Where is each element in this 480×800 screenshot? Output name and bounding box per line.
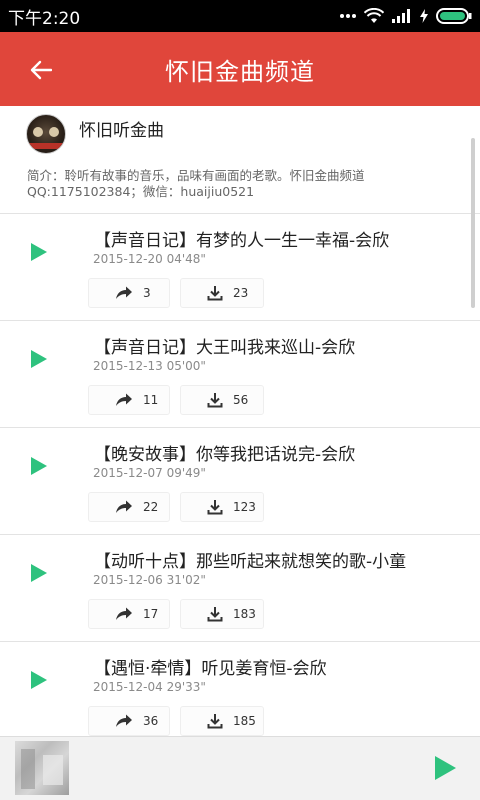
download-button[interactable]: 56	[180, 385, 264, 415]
share-icon	[116, 393, 132, 406]
back-arrow-icon	[30, 60, 52, 80]
status-time: 下午2:20	[8, 8, 81, 29]
download-count: 185	[233, 714, 256, 728]
track-duration: 05'00"	[166, 359, 206, 373]
share-count: 3	[143, 286, 151, 300]
track-title: 【动听十点】那些听起来就想笑的歌-小童	[94, 552, 407, 572]
share-button[interactable]: 22	[88, 492, 170, 522]
track-list: 【声音日记】有梦的人一生一幸福-会欣 2015-12-20 04'48" 3 2…	[0, 214, 480, 736]
back-button[interactable]	[26, 56, 56, 84]
share-count: 22	[143, 500, 159, 514]
download-count: 183	[233, 607, 256, 621]
track-duration: 04'48"	[166, 252, 206, 266]
track-date: 2015-12-20	[93, 252, 163, 266]
player-play-icon[interactable]	[433, 755, 457, 781]
track-date: 2015-12-13	[93, 359, 163, 373]
download-icon	[207, 500, 223, 515]
track-stats: 36 185	[88, 706, 264, 736]
signal-icon	[392, 9, 412, 23]
play-icon[interactable]	[30, 563, 48, 583]
share-button[interactable]: 17	[88, 599, 170, 629]
status-icons	[340, 8, 472, 24]
share-count: 36	[143, 714, 159, 728]
track-title: 【晚安故事】你等我把话说完-会欣	[94, 445, 356, 465]
track-date: 2015-12-06	[93, 573, 163, 587]
share-button[interactable]: 36	[88, 706, 170, 736]
scrollbar[interactable]	[471, 138, 475, 308]
channel-avatar[interactable]	[26, 114, 66, 154]
track-meta: 2015-12-06 31'02"	[93, 573, 206, 587]
more-dots-icon	[340, 13, 356, 19]
status-bar: 下午2:20	[0, 0, 480, 32]
track-meta: 2015-12-04 29'33"	[93, 680, 206, 694]
track-duration: 09'49"	[166, 466, 206, 480]
download-icon	[207, 607, 223, 622]
play-icon[interactable]	[30, 242, 48, 262]
track-title: 【声音日记】有梦的人一生一幸福-会欣	[94, 231, 390, 251]
content-list[interactable]: 怀旧听金曲 简介：聆听有故事的音乐，品味有画面的老歌。怀旧金曲频道QQ:1175…	[0, 106, 480, 736]
track-item[interactable]: 【晚安故事】你等我把话说完-会欣 2015-12-07 09'49" 22 12…	[0, 428, 480, 535]
track-meta: 2015-12-20 04'48"	[93, 252, 206, 266]
download-count: 56	[233, 393, 249, 407]
download-button[interactable]: 23	[180, 278, 264, 308]
battery-icon	[436, 8, 472, 24]
download-button[interactable]: 183	[180, 599, 264, 629]
play-icon[interactable]	[30, 349, 48, 369]
play-icon[interactable]	[30, 456, 48, 476]
share-count: 11	[143, 393, 159, 407]
download-icon	[207, 286, 223, 301]
mini-player	[0, 736, 480, 800]
track-stats: 3 23	[88, 278, 264, 308]
channel-name: 怀旧听金曲	[79, 121, 164, 141]
charging-icon	[420, 9, 428, 23]
download-count: 23	[233, 286, 249, 300]
track-item[interactable]: 【动听十点】那些听起来就想笑的歌-小童 2015-12-06 31'02" 17…	[0, 535, 480, 642]
share-count: 17	[143, 607, 159, 621]
track-meta: 2015-12-07 09'49"	[93, 466, 206, 480]
track-item[interactable]: 【声音日记】有梦的人一生一幸福-会欣 2015-12-20 04'48" 3 2…	[0, 214, 480, 321]
page-title: 怀旧金曲频道	[165, 57, 315, 86]
download-button[interactable]: 123	[180, 492, 264, 522]
wifi-icon	[364, 8, 384, 24]
channel-description: 简介：聆听有故事的音乐，品味有画面的老歌。怀旧金曲频道QQ:1175102384…	[27, 168, 365, 199]
track-date: 2015-12-04	[93, 680, 163, 694]
share-icon	[116, 607, 132, 620]
play-icon[interactable]	[30, 670, 48, 690]
download-icon	[207, 393, 223, 408]
download-count: 123	[233, 500, 256, 514]
track-stats: 11 56	[88, 385, 264, 415]
track-title: 【声音日记】大王叫我来巡山-会欣	[94, 338, 356, 358]
track-stats: 22 123	[88, 492, 264, 522]
app-bar: 怀旧金曲频道	[0, 32, 480, 106]
track-stats: 17 183	[88, 599, 264, 629]
share-button[interactable]: 3	[88, 278, 170, 308]
share-icon	[116, 286, 132, 299]
track-meta: 2015-12-13 05'00"	[93, 359, 206, 373]
download-button[interactable]: 185	[180, 706, 264, 736]
download-icon	[207, 714, 223, 729]
share-icon	[116, 500, 132, 513]
track-item[interactable]: 【遇恒·牵情】听见姜育恒-会欣 2015-12-04 29'33" 36 185	[0, 642, 480, 736]
channel-info: 怀旧听金曲 简介：聆听有故事的音乐，品味有画面的老歌。怀旧金曲频道QQ:1175…	[0, 106, 480, 214]
track-duration: 31'02"	[166, 573, 206, 587]
share-button[interactable]: 11	[88, 385, 170, 415]
track-title: 【遇恒·牵情】听见姜育恒-会欣	[94, 659, 327, 679]
track-item[interactable]: 【声音日记】大王叫我来巡山-会欣 2015-12-13 05'00" 11 56	[0, 321, 480, 428]
track-duration: 29'33"	[166, 680, 206, 694]
track-date: 2015-12-07	[93, 466, 163, 480]
player-cover-art[interactable]	[15, 741, 69, 795]
share-icon	[116, 714, 132, 727]
